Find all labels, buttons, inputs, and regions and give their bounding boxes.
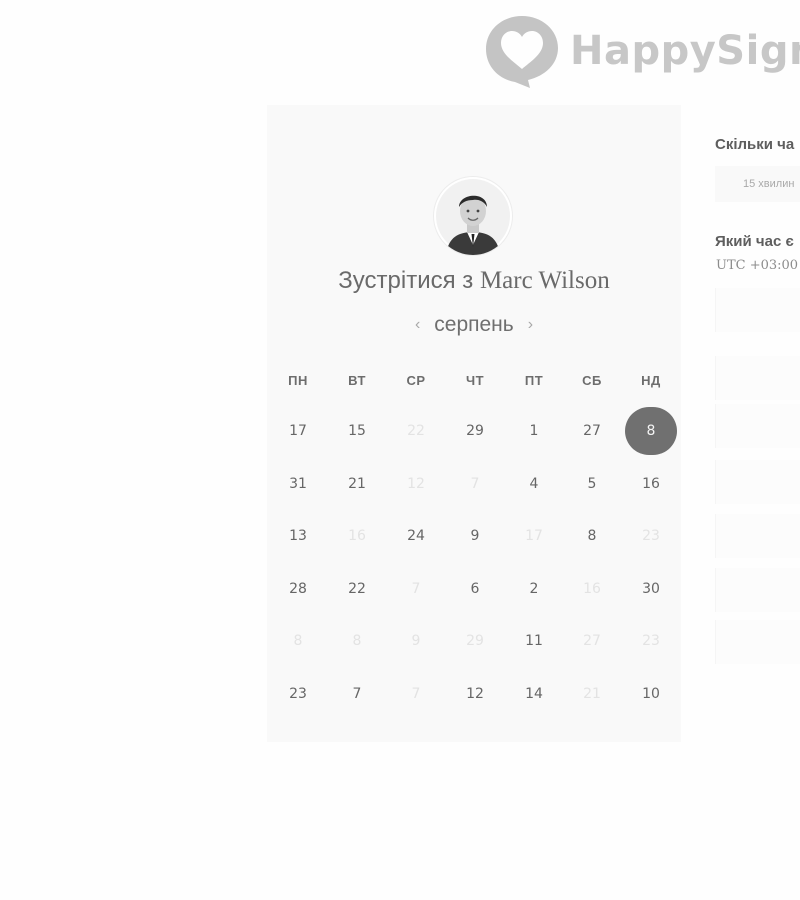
time-slot[interactable] bbox=[715, 568, 800, 612]
chevron-right-icon[interactable]: › bbox=[514, 313, 547, 337]
month-label: серпень bbox=[434, 313, 514, 336]
weekday-label: НД bbox=[641, 373, 661, 388]
booking-calendar-card: Зустрітися з Marc Wilson ‹ серпень › ПН … bbox=[267, 105, 681, 742]
weekday-label: ПН bbox=[288, 373, 308, 388]
calendar-day[interactable]: 22 bbox=[331, 565, 383, 613]
chevron-left-icon[interactable]: ‹ bbox=[401, 313, 434, 337]
calendar-day[interactable]: 2 bbox=[508, 565, 560, 613]
calendar-day[interactable]: 17 bbox=[272, 407, 324, 455]
calendar-day[interactable]: 12 bbox=[449, 670, 501, 718]
calendar-day[interactable]: 29 bbox=[449, 407, 501, 455]
weekday-label: СБ bbox=[582, 373, 602, 388]
calendar-day: 16 bbox=[348, 528, 366, 545]
calendar-day[interactable]: 1 bbox=[508, 407, 560, 455]
time-slot[interactable] bbox=[715, 514, 800, 558]
calendar-day[interactable]: 8 bbox=[566, 512, 618, 560]
calendar-day[interactable]: 21 bbox=[331, 460, 383, 508]
month-navigation: ‹ серпень › bbox=[267, 313, 681, 337]
calendar-day: 23 bbox=[642, 528, 660, 545]
calendar-day: 7 bbox=[411, 580, 421, 597]
calendar-day[interactable]: 31 bbox=[272, 460, 324, 508]
duration-heading: Скільки ча bbox=[715, 136, 795, 153]
calendar-day[interactable]: 11 bbox=[508, 617, 560, 665]
title-prefix: Зустрітися з bbox=[338, 267, 480, 294]
calendar-day[interactable]: 23 bbox=[272, 670, 324, 718]
calendar-day[interactable]: 24 bbox=[390, 512, 442, 560]
timezone-label[interactable]: UTC +03:00 bbox=[716, 258, 798, 273]
calendar-day: 8 bbox=[293, 633, 303, 650]
calendar-day[interactable]: 30 bbox=[625, 565, 677, 613]
calendar-day[interactable]: 27 bbox=[566, 407, 618, 455]
calendar-day: 12 bbox=[407, 475, 425, 492]
calendar-day-selected[interactable]: 8 bbox=[625, 407, 677, 455]
calendar-day[interactable]: 13 bbox=[272, 512, 324, 560]
duration-select[interactable]: 15 хвилин bbox=[715, 166, 800, 202]
calendar-day[interactable]: 10 bbox=[625, 670, 677, 718]
calendar-day: 7 bbox=[470, 475, 480, 492]
avatar bbox=[434, 177, 512, 255]
calendar-day: 9 bbox=[411, 633, 421, 650]
calendar-day: 27 bbox=[583, 633, 601, 650]
calendar-day[interactable]: 7 bbox=[331, 670, 383, 718]
calendar-day: 7 bbox=[411, 686, 421, 702]
host-name: Marc Wilson bbox=[479, 267, 610, 294]
calendar-day[interactable]: 5 bbox=[566, 460, 618, 508]
calendar-day: 8 bbox=[352, 633, 362, 650]
calendar-day[interactable]: 15 bbox=[331, 407, 383, 455]
calendar-day[interactable]: 14 bbox=[508, 670, 560, 718]
page-title: Зустрітися з Marc Wilson bbox=[267, 267, 681, 295]
calendar-day: 21 bbox=[583, 686, 601, 702]
calendar-day[interactable]: 9 bbox=[449, 512, 501, 560]
calendar-day[interactable]: 4 bbox=[508, 460, 560, 508]
calendar-day: 23 bbox=[642, 633, 660, 650]
time-slot[interactable] bbox=[715, 356, 800, 400]
weekday-label: ЧТ bbox=[465, 373, 485, 388]
time-slot[interactable] bbox=[715, 460, 800, 504]
weekday-label: ВТ bbox=[348, 373, 366, 388]
person-portrait-icon bbox=[436, 179, 510, 255]
calendar-day[interactable]: 28 bbox=[272, 565, 324, 613]
booking-options-panel: Скільки ча 15 хвилин Який час є UTC +03:… bbox=[715, 0, 800, 900]
heart-chat-logo-icon bbox=[486, 16, 558, 88]
calendar-day: 16 bbox=[583, 580, 601, 597]
calendar-day[interactable]: 6 bbox=[449, 565, 501, 613]
time-slot[interactable] bbox=[715, 620, 800, 664]
time-slot[interactable] bbox=[715, 404, 800, 448]
weekday-label: ПТ bbox=[524, 373, 544, 388]
weekday-label: СР bbox=[406, 373, 426, 388]
calendar-day: 22 bbox=[407, 423, 425, 439]
time-slot[interactable] bbox=[715, 288, 800, 332]
calendar-day: 29 bbox=[466, 633, 484, 650]
calendar-day: 17 bbox=[525, 528, 543, 545]
calendar-day[interactable]: 16 bbox=[625, 460, 677, 508]
time-heading: Який час є bbox=[715, 233, 794, 250]
